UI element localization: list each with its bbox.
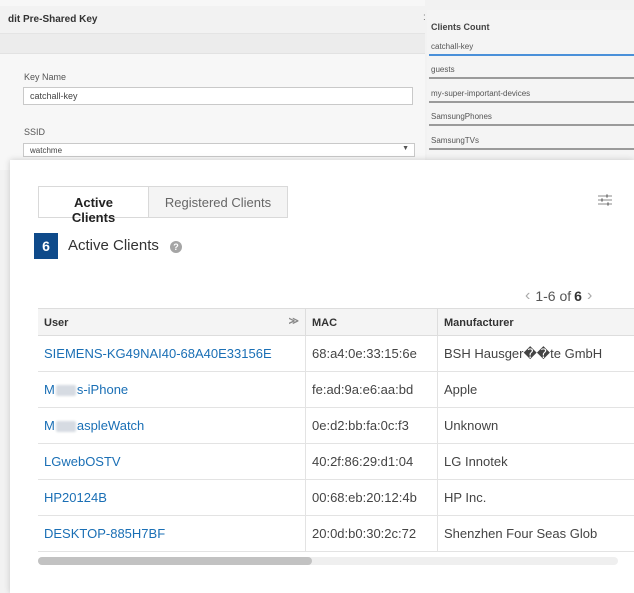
redacted-text bbox=[55, 385, 76, 397]
chevron-left-icon[interactable]: ‹ bbox=[525, 287, 530, 305]
clients-count-title: Clients Count bbox=[431, 22, 490, 32]
mac-cell: 20:0d:b0:30:2c:72 bbox=[306, 516, 438, 551]
chevron-right-icon[interactable]: › bbox=[587, 287, 592, 305]
manufacturer-cell: Apple bbox=[444, 382, 478, 397]
panel-title-bar bbox=[0, 34, 425, 54]
ssid-selected-value: watchme bbox=[30, 146, 63, 155]
chevron-down-icon: ▼ bbox=[402, 145, 409, 152]
scrollbar-thumb[interactable] bbox=[38, 557, 312, 565]
redacted-text bbox=[55, 421, 76, 433]
active-clients-card: Active Clients Registered Clients 6 Acti… bbox=[10, 160, 634, 593]
user-link[interactable]: SIEMENS-KG49NAI40-68A40E33156E bbox=[38, 336, 306, 371]
table-row[interactable]: DESKTOP-885H7BF 20:0d:b0:30:2c:72 Shenzh… bbox=[38, 516, 634, 552]
user-link[interactable]: LGwebOSTV bbox=[38, 444, 306, 479]
column-header-manufacturer[interactable]: Manufacturer bbox=[438, 309, 634, 335]
pagination: ‹ 1-6 of 6 › bbox=[520, 287, 597, 305]
active-clients-heading: Active Clients bbox=[68, 237, 159, 254]
edit-pre-shared-key-panel: dit Pre-Shared Key Key Name catchall-key… bbox=[0, 0, 425, 170]
ssid-label: SSID bbox=[24, 127, 46, 137]
tab-registered-clients[interactable]: Registered Clients bbox=[149, 187, 287, 217]
table-row[interactable]: MaspleWatch 0e:d2:bb:fa:0c:f3 Unknown bbox=[38, 408, 634, 444]
clients-row[interactable]: catchall-key bbox=[429, 38, 634, 56]
active-count-badge: 6 bbox=[34, 233, 58, 259]
user-link[interactable]: Ms-iPhone bbox=[38, 372, 306, 407]
clients-row[interactable]: guests bbox=[429, 61, 634, 79]
manufacturer-cell: HP Inc. bbox=[444, 490, 487, 505]
table-row[interactable]: Ms-iPhone fe:ad:9a:e6:aa:bd Apple bbox=[38, 372, 634, 408]
mac-cell: fe:ad:9a:e6:aa:bd bbox=[306, 372, 438, 407]
manufacturer-cell: BSH Hausger��te GmbH bbox=[444, 346, 603, 361]
key-name-input[interactable]: catchall-key bbox=[23, 87, 413, 105]
mac-cell: 0e:d2:bb:fa:0c:f3 bbox=[306, 408, 438, 443]
manufacturer-cell: Shenzhen Four Seas Glob bbox=[444, 526, 598, 541]
clients-table: User ≫ MAC Manufacturer SIEMENS-KG49NAI4… bbox=[38, 308, 634, 552]
pagination-total: 6 bbox=[574, 288, 582, 304]
tab-active-clients[interactable]: Active Clients bbox=[39, 187, 149, 225]
ssid-select[interactable]: watchme ▼ bbox=[23, 143, 415, 157]
mac-cell: 40:2f:86:29:d1:04 bbox=[306, 444, 438, 479]
panel-separator: : bbox=[423, 12, 426, 23]
table-row[interactable]: SIEMENS-KG49NAI40-68A40E33156E 68:a4:0e:… bbox=[38, 336, 634, 372]
table-header: User ≫ MAC Manufacturer bbox=[38, 309, 634, 336]
column-header-user[interactable]: User ≫ bbox=[38, 309, 306, 335]
user-link[interactable]: DESKTOP-885H7BF bbox=[38, 516, 306, 551]
table-row[interactable]: HP20124B 00:68:eb:20:12:4b HP Inc. bbox=[38, 480, 634, 516]
clients-row[interactable]: my-super-important-devices bbox=[429, 85, 634, 103]
manufacturer-cell: LG Innotek bbox=[444, 454, 508, 469]
client-tabs: Active Clients Registered Clients bbox=[38, 186, 288, 225]
mac-cell: 00:68:eb:20:12:4b bbox=[306, 480, 438, 515]
user-link[interactable]: HP20124B bbox=[38, 480, 306, 515]
column-settings-icon[interactable] bbox=[598, 194, 612, 206]
user-link[interactable]: MaspleWatch bbox=[38, 408, 306, 443]
pagination-range: 1-6 of bbox=[535, 288, 572, 304]
key-name-label: Key Name bbox=[24, 72, 67, 82]
column-header-mac[interactable]: MAC bbox=[306, 309, 438, 335]
sort-icon[interactable]: ≫ bbox=[289, 316, 299, 327]
help-icon[interactable]: ? bbox=[170, 241, 182, 253]
panel-title: dit Pre-Shared Key bbox=[0, 6, 425, 34]
clients-row[interactable]: SamsungTVs bbox=[429, 132, 634, 150]
mac-cell: 68:a4:0e:33:15:6e bbox=[306, 336, 438, 371]
manufacturer-cell: Unknown bbox=[444, 418, 499, 433]
clients-row[interactable]: SamsungPhones bbox=[429, 108, 634, 126]
table-row[interactable]: LGwebOSTV 40:2f:86:29:d1:04 LG Innotek bbox=[38, 444, 634, 480]
horizontal-scrollbar[interactable] bbox=[38, 557, 618, 565]
clients-count-panel: Clients Count catchall-key guests my-sup… bbox=[427, 10, 634, 162]
